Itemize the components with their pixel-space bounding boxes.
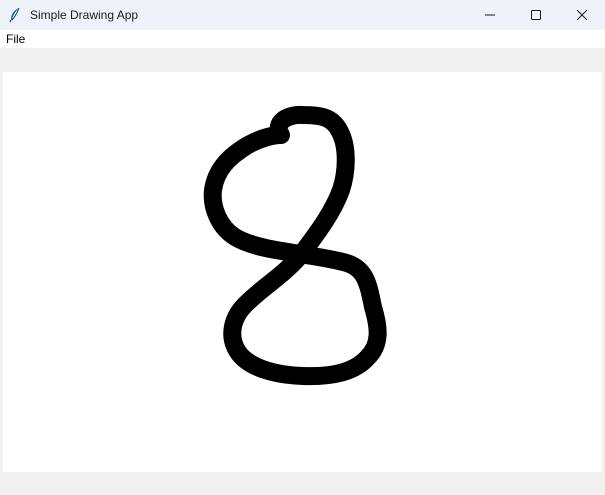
drawing-layer [203,105,387,386]
close-icon [577,10,587,20]
app-window: Simple Drawing App File [0,0,605,495]
menu-file[interactable]: File [0,30,31,48]
toolbar-area [0,48,605,72]
minimize-icon [485,14,495,16]
maximize-button[interactable] [513,0,559,30]
menu-bar: File [0,30,605,48]
drawing-canvas[interactable] [3,72,602,472]
title-bar[interactable]: Simple Drawing App [0,0,605,30]
window-title: Simple Drawing App [30,8,139,22]
maximize-icon [531,10,541,20]
close-button[interactable] [559,0,605,30]
window-controls [467,0,605,30]
freehand-stroke [203,105,387,386]
feather-icon [0,0,30,30]
minimize-button[interactable] [467,0,513,30]
status-bar [0,472,605,495]
